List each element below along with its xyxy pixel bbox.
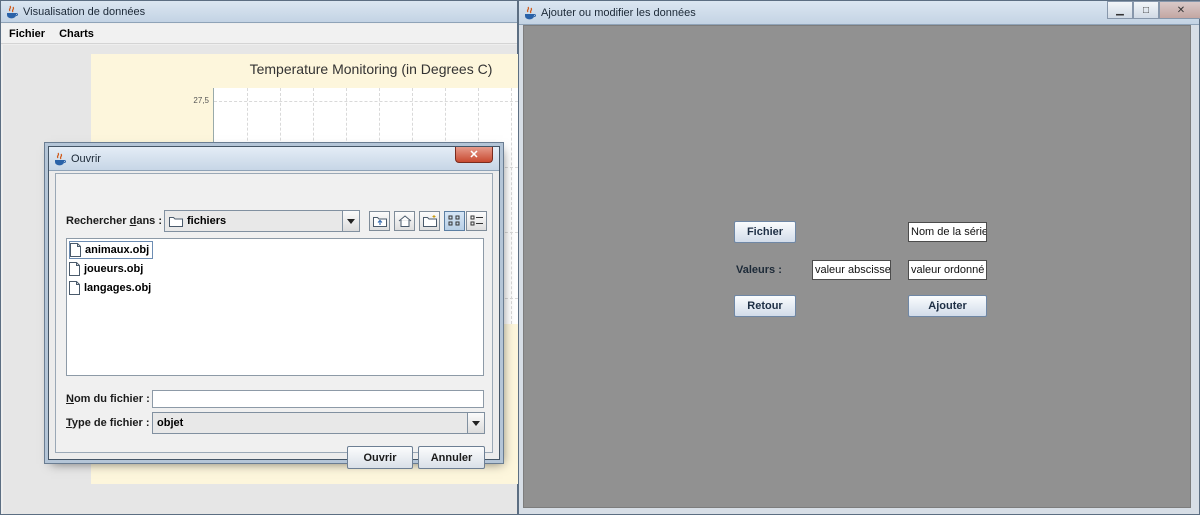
dialog-content: Rechercher dans : fichiers animaux.obj j…: [55, 173, 493, 469]
main-window-title: Visualisation de données: [23, 5, 146, 18]
open-button[interactable]: Ouvrir: [347, 446, 413, 469]
list-item[interactable]: langages.obj: [69, 279, 154, 297]
chevron-down-icon[interactable]: [342, 211, 359, 231]
list-item[interactable]: animaux.obj: [69, 241, 154, 259]
ajouter-button[interactable]: Ajouter: [908, 295, 987, 317]
filetype-combo[interactable]: objet: [152, 412, 485, 434]
minimize-button[interactable]: ▁: [1107, 1, 1133, 19]
look-in-label: Rechercher dans :: [66, 215, 163, 227]
file-list[interactable]: animaux.obj joueurs.obj langages.obj: [66, 238, 484, 376]
file-icon: [69, 281, 80, 295]
dialog-title: Ouvrir: [71, 152, 101, 165]
java-icon: [5, 5, 19, 19]
menu-fichier[interactable]: Fichier: [1, 28, 51, 40]
x-value-field[interactable]: valeur abscisse: [812, 260, 891, 280]
fichier-button[interactable]: Fichier: [734, 221, 796, 243]
maximize-button[interactable]: □: [1133, 1, 1159, 19]
filetype-label: Type de fichier :: [66, 417, 150, 429]
details-view-button[interactable]: [466, 211, 487, 231]
cancel-button[interactable]: Annuler: [418, 446, 485, 469]
folder-icon: [169, 216, 183, 227]
window-controls: ▁ □ ✕: [1107, 1, 1200, 19]
chevron-down-icon[interactable]: [467, 413, 484, 433]
retour-button[interactable]: Retour: [734, 295, 796, 317]
java-icon: [523, 6, 537, 20]
series-name-field[interactable]: Nom de la série: [908, 222, 987, 242]
dialog-titlebar[interactable]: Ouvrir: [49, 147, 499, 171]
valeurs-label: Valeurs :: [736, 264, 782, 276]
filename-label: Nom du fichier :: [66, 393, 150, 405]
edit-body: Fichier Nom de la série Valeurs : valeur…: [523, 25, 1191, 508]
menu-charts[interactable]: Charts: [51, 28, 100, 40]
home-button[interactable]: [394, 211, 415, 231]
y-value-field[interactable]: valeur ordonné: [908, 260, 987, 280]
filetype-value: objet: [157, 417, 184, 429]
gridline: [511, 88, 512, 324]
main-menubar: Fichier Charts: [1, 24, 517, 44]
java-icon: [53, 152, 67, 166]
up-folder-button[interactable]: [369, 211, 390, 231]
edit-titlebar[interactable]: Ajouter ou modifier les données: [519, 1, 1199, 25]
gridline: [214, 101, 519, 103]
edit-window: Ajouter ou modifier les données ▁ □ ✕ Fi…: [518, 0, 1200, 515]
file-icon: [70, 243, 81, 257]
list-item[interactable]: joueurs.obj: [69, 260, 146, 278]
chart-title: Temperature Monitoring (in Degrees C): [249, 61, 493, 77]
look-in-combo[interactable]: fichiers: [164, 210, 360, 232]
main-titlebar[interactable]: Visualisation de données: [1, 1, 517, 23]
open-dialog: Ouvrir ✕ Rechercher dans : fichiers anim…: [48, 146, 500, 469]
filename-field[interactable]: [152, 390, 484, 408]
new-folder-button[interactable]: [419, 211, 440, 231]
edit-window-title: Ajouter ou modifier les données: [541, 6, 696, 19]
list-view-button[interactable]: [444, 211, 465, 231]
file-icon: [69, 262, 80, 276]
y-tick-label: 27,5: [193, 96, 209, 106]
close-button[interactable]: ✕: [1159, 1, 1200, 19]
dialog-close-button[interactable]: ✕: [455, 147, 493, 163]
